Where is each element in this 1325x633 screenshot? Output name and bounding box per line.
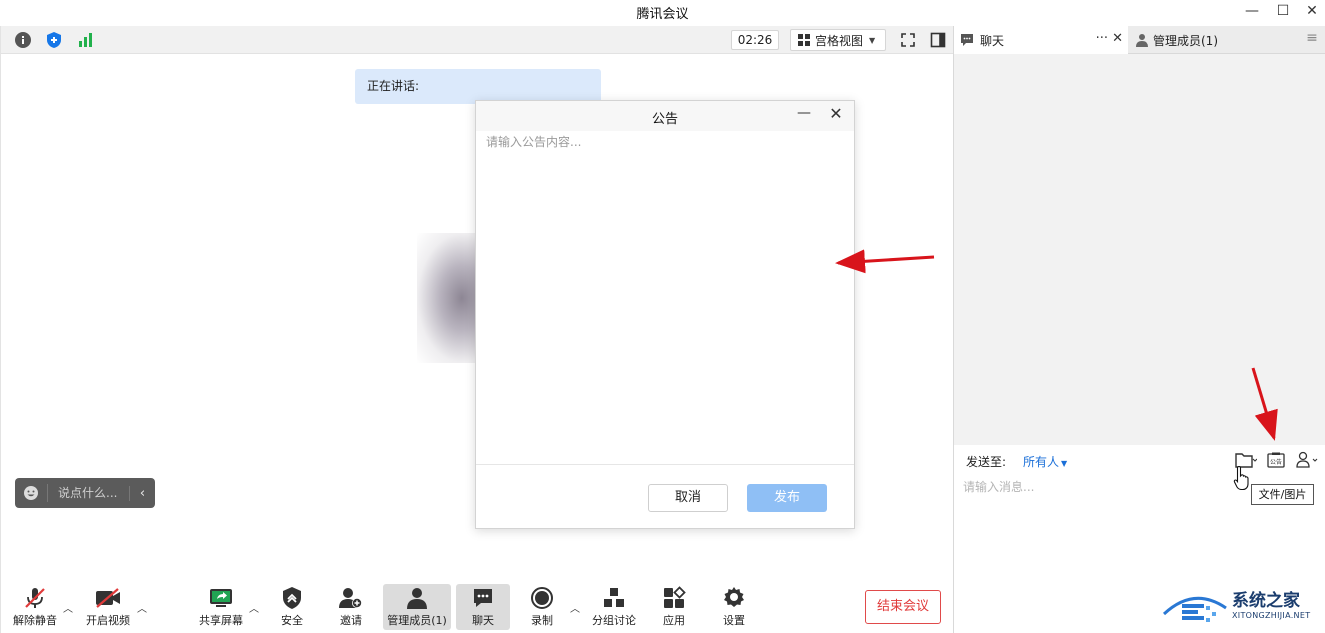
watermark-brand: 系统之家 bbox=[1232, 591, 1300, 611]
members-tab-label: 管理成员(1) bbox=[1153, 33, 1218, 48]
grid-icon bbox=[798, 34, 810, 46]
apps-icon bbox=[662, 584, 686, 612]
announcement-icon-text: 公告 bbox=[1270, 458, 1282, 466]
share-screen-button[interactable]: 共享屏幕 bbox=[195, 584, 247, 630]
share-screen-label: 共享屏幕 bbox=[199, 614, 243, 627]
hand-cursor-icon bbox=[1233, 465, 1249, 491]
user-outline-icon bbox=[1296, 451, 1318, 468]
window-title: 腾讯会议 bbox=[636, 7, 689, 22]
breakout-icon bbox=[602, 584, 626, 612]
close-tab-icon[interactable]: ✕ bbox=[1112, 31, 1123, 46]
publish-button[interactable]: 发布 bbox=[747, 484, 827, 512]
message-input[interactable] bbox=[963, 477, 1243, 497]
dialog-minimize-button[interactable]: — bbox=[794, 105, 814, 125]
unmute-label: 解除静音 bbox=[13, 614, 57, 627]
chevron-down-icon: ▼ bbox=[869, 35, 876, 45]
minimize-window-button[interactable]: — bbox=[1235, 0, 1269, 22]
menu-icon[interactable]: ≡ bbox=[1302, 30, 1322, 50]
share-screen-icon bbox=[208, 584, 234, 612]
start-video-button[interactable]: 开启视频 bbox=[82, 584, 134, 630]
watermark: 系统之家 XITONGZHIJIA.NET bbox=[1160, 582, 1325, 633]
chevron-down-icon: ▼ bbox=[1061, 459, 1068, 468]
announcement-icon: 公告 bbox=[1267, 452, 1285, 468]
announcement-dialog: 公告 — ✕ 取消 发布 bbox=[475, 100, 855, 529]
close-window-button[interactable]: ✕ bbox=[1295, 0, 1325, 22]
invite-label: 邀请 bbox=[340, 614, 362, 627]
info-icon[interactable] bbox=[13, 30, 33, 50]
record-button[interactable]: 录制 bbox=[526, 584, 558, 630]
microphone-muted-icon bbox=[23, 584, 47, 612]
cancel-button[interactable]: 取消 bbox=[648, 484, 728, 512]
record-options-caret-icon[interactable]: ︿ bbox=[570, 600, 580, 615]
unmute-button[interactable]: 解除静音 bbox=[10, 584, 60, 630]
dialog-header: 公告 — ✕ bbox=[476, 101, 854, 131]
title-bar: 腾讯会议 — ☐ ✕ bbox=[0, 0, 1325, 26]
side-panel-toggle-icon[interactable] bbox=[927, 29, 949, 51]
meeting-timer: 02:26 bbox=[731, 30, 779, 50]
speaking-indicator: 正在讲话: bbox=[355, 69, 601, 104]
security-label: 安全 bbox=[281, 614, 303, 627]
send-to-value: 所有人 bbox=[1023, 455, 1060, 469]
side-panel: 聊天 ··· ✕ 管理成员(1) ≡ 发送至: 所有人▼ 公告 文件/图片 bbox=[953, 26, 1325, 633]
watermark-domain: XITONGZHIJIA.NET bbox=[1232, 611, 1311, 620]
announcement-button[interactable]: 公告 bbox=[1267, 451, 1285, 469]
record-icon bbox=[530, 584, 554, 612]
record-label: 录制 bbox=[531, 614, 553, 627]
manage-members-button[interactable]: 管理成员(1) bbox=[383, 584, 451, 630]
file-image-tooltip: 文件/图片 bbox=[1251, 484, 1314, 505]
dialog-close-button[interactable]: ✕ bbox=[826, 104, 846, 124]
send-to-label: 发送至: bbox=[966, 455, 1007, 469]
end-meeting-button[interactable]: 结束会议 bbox=[865, 590, 941, 624]
quick-chat-placeholder[interactable]: 说点什么... bbox=[47, 484, 129, 502]
chat-message-area bbox=[954, 54, 1325, 445]
grid-view-label: 宫格视图 bbox=[815, 33, 864, 48]
settings-label: 设置 bbox=[723, 614, 745, 627]
signal-icon[interactable] bbox=[75, 30, 95, 50]
mention-user-button[interactable] bbox=[1295, 451, 1321, 469]
meeting-toolbar: 解除静音 ︿ 开启视频 ︿ 共享屏幕 ︿ 安全 邀请 管理成员(1) 聊天 录制… bbox=[0, 578, 953, 633]
chat-bubble-icon bbox=[471, 584, 495, 612]
announcement-input[interactable] bbox=[476, 131, 854, 465]
participant-video bbox=[417, 233, 481, 363]
chat-tab-icon bbox=[961, 34, 973, 46]
grid-view-dropdown[interactable]: 宫格视图 ▼ bbox=[790, 29, 886, 51]
meeting-top-strip: 02:26 宫格视图 ▼ bbox=[1, 26, 954, 54]
manage-members-label: 管理成员(1) bbox=[387, 614, 447, 627]
person-icon bbox=[1136, 34, 1148, 47]
breakout-label: 分组讨论 bbox=[592, 614, 636, 627]
breakout-rooms-button[interactable]: 分组讨论 bbox=[588, 584, 640, 630]
start-video-label: 开启视频 bbox=[86, 614, 130, 627]
chat-tab-label: 聊天 bbox=[980, 33, 1005, 48]
send-to-dropdown[interactable]: 所有人 ▼ bbox=[1023, 453, 1067, 470]
quick-chat-bar[interactable]: 说点什么... ‹ bbox=[15, 478, 155, 508]
apps-button[interactable]: 应用 bbox=[658, 584, 690, 630]
add-user-icon bbox=[338, 584, 364, 612]
collapse-chevron-icon[interactable]: ‹ bbox=[129, 485, 155, 501]
chat-label: 聊天 bbox=[472, 614, 494, 627]
chat-button[interactable]: 聊天 bbox=[456, 584, 510, 630]
tab-chat[interactable]: 聊天 ··· ✕ bbox=[954, 26, 1128, 54]
settings-button[interactable]: 设置 bbox=[718, 584, 750, 630]
tab-manage-members[interactable]: 管理成员(1) bbox=[1129, 26, 1299, 54]
fullscreen-icon[interactable] bbox=[897, 29, 919, 51]
apps-label: 应用 bbox=[663, 614, 685, 627]
video-options-caret-icon[interactable]: ︿ bbox=[137, 600, 147, 615]
audio-options-caret-icon[interactable]: ︿ bbox=[63, 600, 73, 615]
watermark-logo-icon bbox=[1162, 596, 1227, 622]
shield-icon[interactable] bbox=[44, 30, 64, 50]
gear-icon bbox=[722, 584, 746, 612]
share-options-caret-icon[interactable]: ︿ bbox=[249, 600, 259, 615]
security-shield-icon bbox=[281, 584, 303, 612]
invite-button[interactable]: 邀请 bbox=[333, 584, 369, 630]
side-panel-tabs: 聊天 ··· ✕ 管理成员(1) ≡ bbox=[954, 26, 1325, 54]
more-options-icon[interactable]: ··· bbox=[1096, 31, 1108, 46]
security-button[interactable]: 安全 bbox=[274, 584, 310, 630]
camera-off-icon bbox=[94, 584, 122, 612]
members-icon bbox=[405, 584, 429, 612]
emoji-icon[interactable] bbox=[15, 485, 47, 501]
